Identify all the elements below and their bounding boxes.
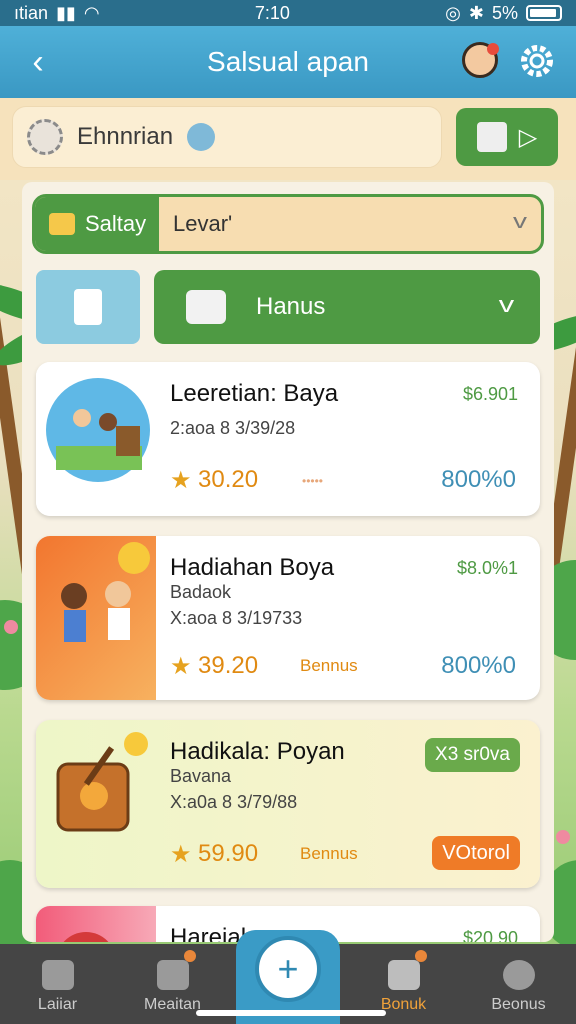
card-date: X:a0a 8 3/79/88 [170, 792, 298, 812]
signal-icon: ▮▮ [56, 2, 76, 23]
list-item[interactable]: Hadiahan Boya Badaok X:aoa 8 3/19733 $8.… [36, 536, 540, 700]
home-indicator [196, 1010, 386, 1016]
star-icon: ★ [170, 653, 192, 680]
plus-icon: + [255, 936, 321, 1002]
card-thumbnail [36, 906, 156, 942]
location-icon: ◎ [445, 2, 461, 23]
app-header: ‹ Salsual apan [0, 26, 576, 98]
notification-badge [415, 950, 427, 962]
bag-button[interactable] [36, 270, 140, 344]
battery-percent: 5% [491, 2, 518, 23]
card-price: $8.0%1 [456, 558, 518, 578]
notification-dot [487, 43, 499, 55]
card-date: X:aoa 8 3/19733 [170, 608, 303, 628]
card-price: $20.90 [462, 928, 518, 942]
clock: 7:10 [254, 2, 290, 23]
nav-label: Laiiar [37, 996, 78, 1013]
status-bar: ıtian ▮▮ ◠ 7:10 ◎ ✱ 5% [0, 0, 576, 26]
search-row: Ehnnrian ▷ [0, 98, 576, 180]
notification-badge [184, 950, 196, 962]
dots-divider: ••••• [302, 474, 324, 488]
home-icon [41, 960, 74, 990]
card-rating: 30.20 [198, 466, 259, 493]
salary-dropdown[interactable]: Saltay Levar' v [32, 194, 544, 254]
nav-label: Beonus [491, 996, 546, 1013]
gift-box-icon [186, 290, 226, 324]
card-subtitle: Bavana [170, 766, 232, 786]
card-tag: Bennus [300, 844, 358, 863]
battery-icon [526, 5, 562, 21]
gift-box-icon [387, 960, 420, 990]
card-tag: Bennus [300, 656, 358, 675]
box-icon [476, 122, 507, 152]
nav-item-profile[interactable]: Beonus [461, 944, 576, 1024]
wifi-icon: ◠ [83, 2, 100, 23]
star-icon: ★ [170, 841, 192, 868]
profile-icon [502, 960, 535, 990]
page-title: Salsual apan [207, 46, 369, 77]
card-title: Leeretian: Baya [170, 380, 339, 407]
nav-label: Bonuk [380, 996, 427, 1013]
salary-value: Levar' [173, 211, 233, 236]
treasure-chest-icon [49, 213, 75, 235]
chevron-down-icon: v [513, 211, 527, 233]
card-price: $6.901 [462, 384, 518, 404]
bluetooth-icon: ✱ [468, 2, 484, 23]
card-thumbnail [36, 536, 156, 700]
calendar-icon [156, 960, 189, 990]
search-button[interactable]: ▷ [456, 108, 558, 166]
filter-row: Hanus v [36, 270, 542, 346]
chevron-down-icon: v [498, 292, 515, 317]
carrier-label: ıtian [14, 2, 49, 23]
gear-icon[interactable] [518, 42, 556, 80]
gear-avatar-icon [27, 119, 63, 155]
bonus-dropdown[interactable]: Hanus v [154, 270, 540, 344]
card-percent: 800%0 [441, 652, 516, 679]
bonus-label: Hanus [256, 293, 326, 320]
nav-label: Meaitan [144, 996, 201, 1013]
nav-item-home[interactable]: Laiiar [0, 944, 115, 1024]
card-percent: 800%0 [441, 466, 516, 493]
play-icon: ▷ [518, 123, 538, 151]
card-price-badge: X3 sr0va [425, 738, 520, 772]
card-action-button[interactable]: VOtorol [432, 836, 520, 870]
search-input[interactable]: Ehnnrian [12, 106, 442, 168]
card-rating: 59.90 [198, 840, 259, 867]
star-icon: ★ [170, 467, 192, 494]
card-rating: 39.20 [198, 652, 259, 679]
card-title: Hadiahan Boya [170, 554, 335, 581]
card-thumbnail [36, 720, 156, 888]
avatar[interactable] [462, 42, 499, 78]
chevron-left-icon[interactable]: ‹ [20, 44, 56, 80]
settings-small-icon[interactable] [187, 123, 216, 151]
bag-icon [74, 289, 102, 325]
search-value: Ehnnrian [77, 123, 174, 150]
card-date: 2:aoa 8 3/39/28 [170, 418, 296, 438]
salary-label: Saltay [85, 211, 147, 236]
card-subtitle: Badaok [170, 582, 232, 602]
card-title: Hadikala: Poyan [170, 738, 345, 765]
card-thumbnail [36, 362, 156, 516]
list-item[interactable]: Leeretian: Baya 2:aoa 8 3/39/28 $6.901 ★… [36, 362, 540, 516]
list-item[interactable]: Hadikala: Poyan Bavana X:a0a 8 3/79/88 X… [36, 720, 540, 888]
main-panel: Saltay Levar' v Hanus v Leeretian: Baya … [22, 182, 554, 942]
